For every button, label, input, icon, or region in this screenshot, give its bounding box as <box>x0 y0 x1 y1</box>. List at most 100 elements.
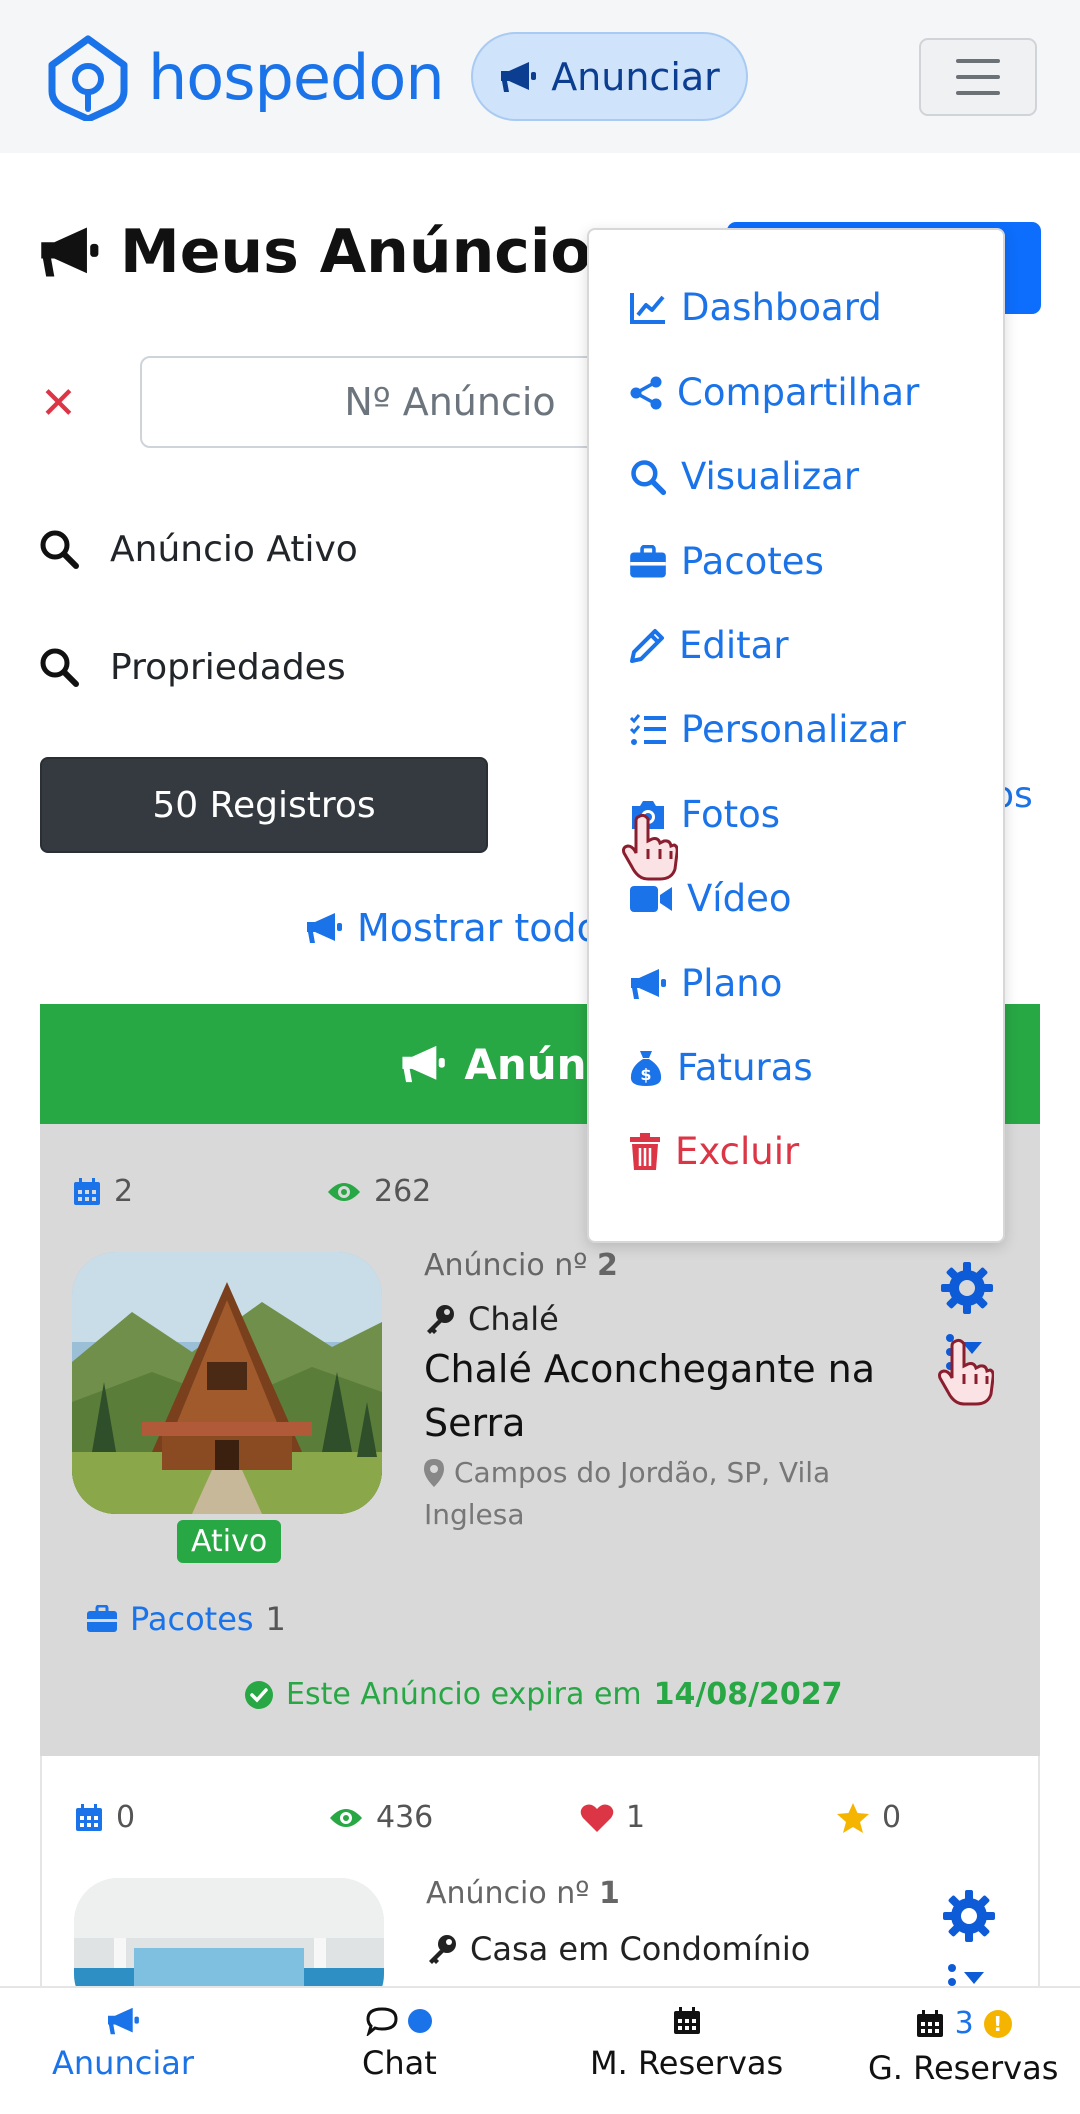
ad-number: Anúncio nº 2 <box>424 1248 618 1283</box>
chat-bubble-icon <box>366 2007 398 2036</box>
menu-item-excluir[interactable]: Excluir <box>629 1130 799 1173</box>
listing-card: 0 436 1 0 Anúncio nº 1 Casa em Condomíni… <box>40 1756 1040 1986</box>
megaphone-icon <box>402 1045 446 1083</box>
nav-anunciar[interactable]: Anunciar <box>52 2006 194 2082</box>
property-type-label: Casa em Condomínio <box>470 1930 811 1968</box>
gear-icon[interactable] <box>939 1260 995 1316</box>
menu-item-label: Compartilhar <box>677 371 920 414</box>
hamburger-line <box>956 59 1000 63</box>
hamburger-line <box>956 91 1000 95</box>
hand-pointer-icon <box>938 1338 994 1406</box>
location-line: Campos do Jordão, SP, Vila <box>454 1456 831 1489</box>
pencil-icon <box>630 628 664 663</box>
menu-item-label: Vídeo <box>687 877 792 920</box>
nav-label: Anunciar <box>52 2044 194 2082</box>
filter-anuncio-ativo[interactable]: Anúncio Ativo <box>38 528 358 570</box>
menu-item-label: Pacotes <box>681 540 824 583</box>
menu-item-pacotes[interactable]: Pacotes <box>629 540 824 583</box>
more-options-icon[interactable] <box>944 1962 994 1986</box>
nav-g-reservas[interactable]: 3 ! G. Reservas <box>868 2006 1058 2087</box>
listing-location: Campos do Jordão, SP, Vila Inglesa <box>424 1452 830 1536</box>
hand-pointer-icon <box>622 813 678 881</box>
bottom-navigation: Anunciar Chat M. Reservas 3 ! G. Reserva… <box>0 1986 1080 2114</box>
checklist-icon <box>629 713 666 745</box>
home-pin-logo-icon <box>48 35 128 121</box>
calendar-icon <box>673 2007 700 2034</box>
expiration-text: Este Anúncio expira em <box>286 1677 642 1712</box>
views-count: 262 <box>374 1174 432 1209</box>
menu-item-visualizar[interactable]: Visualizar <box>629 455 859 498</box>
hamburger-line <box>956 75 1000 79</box>
mostrar-todos-link[interactable]: Mostrar todos <box>305 906 620 950</box>
heart-icon <box>580 1804 614 1832</box>
property-type: Casa em Condomínio <box>426 1930 810 1968</box>
calendar-icon <box>74 1177 100 1205</box>
logo-text: hospedon <box>148 40 445 114</box>
ad-number-label: Anúncio nº <box>426 1876 590 1911</box>
menu-item-editar[interactable]: Editar <box>629 624 789 667</box>
listing-title-line: Serra <box>424 1401 526 1445</box>
megaphone-icon <box>41 227 99 277</box>
calendar-icon <box>76 1803 102 1831</box>
expiration-notice: Este Anúncio expira em 14/08/2027 <box>244 1677 843 1712</box>
pacotes-count: 1 <box>265 1600 286 1638</box>
star-icon <box>837 1802 869 1833</box>
views-stat: 262 <box>326 1174 431 1209</box>
menu-item-label: Fotos <box>681 793 781 836</box>
menu-item-label: Plano <box>681 962 783 1005</box>
menu-item-label: Faturas <box>677 1046 813 1089</box>
listing-title[interactable]: Chalé Aconchegante na Serra <box>424 1342 875 1450</box>
ad-number-label: Anúncio nº <box>424 1248 588 1283</box>
menu-item-faturas[interactable]: $ Faturas <box>629 1046 813 1089</box>
property-type-label: Chalé <box>468 1300 559 1338</box>
expiration-date: 14/08/2027 <box>653 1677 843 1712</box>
ad-number: Anúncio nº 1 <box>426 1876 620 1911</box>
house-photo <box>74 1878 384 1986</box>
views-stat: 436 <box>328 1800 433 1835</box>
calendar-icon <box>916 2009 943 2037</box>
menu-item-label: Dashboard <box>681 286 882 329</box>
ad-number-value: 1 <box>598 1876 620 1911</box>
registros-button[interactable]: 50 Registros <box>40 757 488 853</box>
reservations-count: 2 <box>114 1174 134 1209</box>
listing-actions-menu: Dashboard Compartilhar Visualizar Pacote… <box>587 228 1005 1243</box>
briefcase-icon <box>87 1605 117 1632</box>
money-bag-icon: $ <box>630 1050 662 1086</box>
favorites-count: 1 <box>626 1800 646 1835</box>
filter-label: Anúncio Ativo <box>110 528 358 570</box>
filter-propriedades[interactable]: Propriedades <box>38 646 346 688</box>
listing-photo[interactable] <box>74 1878 384 1986</box>
menu-item-compartilhar[interactable]: Compartilhar <box>629 371 919 414</box>
property-type: Chalé <box>424 1300 559 1338</box>
nav-m-reservas[interactable]: M. Reservas <box>590 2006 783 2082</box>
rating-value: 0 <box>882 1800 902 1835</box>
views-count: 436 <box>376 1800 434 1835</box>
registros-label: 50 Registros <box>152 784 376 826</box>
anunciar-button[interactable]: Anunciar <box>471 32 748 121</box>
filter-label: Propriedades <box>110 646 346 688</box>
status-badge: Ativo <box>177 1520 282 1563</box>
menu-item-label: Editar <box>679 624 789 667</box>
map-pin-icon <box>424 1459 444 1487</box>
menu-item-personalizar[interactable]: Personalizar <box>629 708 906 751</box>
menu-item-plano[interactable]: Plano <box>629 962 782 1005</box>
reservations-count: 0 <box>116 1800 136 1835</box>
logo[interactable]: hospedon <box>44 33 445 121</box>
favorites-stat: 1 <box>580 1800 645 1835</box>
listing-photo[interactable] <box>72 1252 382 1514</box>
menu-item-dashboard[interactable]: Dashboard <box>629 286 882 329</box>
pacotes-link[interactable]: Pacotes 1 <box>86 1600 286 1638</box>
rating-stat: 0 <box>836 1800 901 1835</box>
listing-title-line: Chalé Aconchegante na <box>424 1347 876 1391</box>
trash-icon <box>630 1132 660 1170</box>
nav-chat[interactable]: Chat <box>362 2006 437 2082</box>
search-icon <box>40 530 79 569</box>
alert-icon: ! <box>983 2009 1012 2038</box>
chart-line-icon <box>630 292 665 324</box>
menu-toggle-button[interactable] <box>919 38 1037 116</box>
menu-item-label: Visualizar <box>681 455 860 498</box>
chalet-photo <box>72 1252 382 1514</box>
search-icon <box>631 459 667 495</box>
clear-search-icon[interactable]: ✕ <box>40 378 77 429</box>
gear-icon[interactable] <box>941 1888 997 1944</box>
